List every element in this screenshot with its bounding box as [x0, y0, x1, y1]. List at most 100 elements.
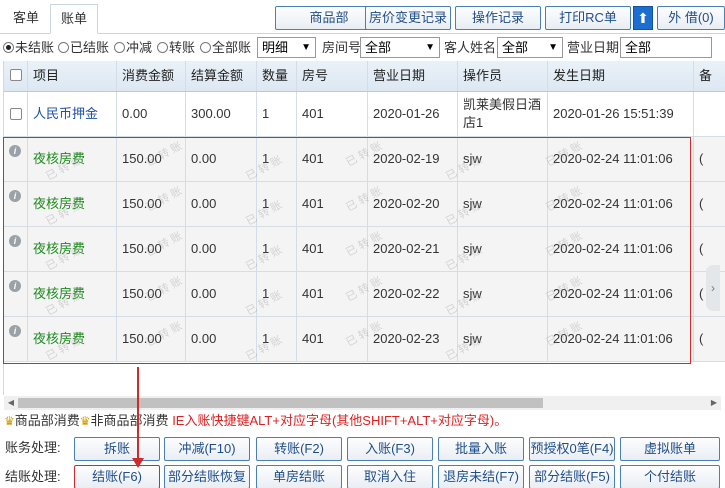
offset-button[interactable]: 冲减(F10): [164, 437, 250, 461]
pre-auth-button[interactable]: 预授权0笔(F4): [529, 437, 615, 461]
table-row[interactable]: i 夜核房费 150.00 0.00 1 401 2020-02-22 sjw 2020-02-…: [4, 272, 725, 318]
cell-occurred: 2020-02-24 11:01:06: [548, 227, 694, 271]
side-collapse-handle[interactable]: ›: [706, 265, 720, 311]
print-rc-button[interactable]: 打印RC单: [545, 6, 631, 30]
chevron-down-icon: ▼: [548, 42, 558, 53]
partial-checkout-button[interactable]: 部分结账(F5): [529, 465, 615, 488]
header-item[interactable]: 项目: [28, 61, 117, 91]
select-value: 全部: [625, 40, 652, 55]
table-row[interactable]: i 夜核房费 150.00 0.00 1 401 2020-02-21 sjw 2020-02-…: [4, 227, 725, 273]
row-marker-cell[interactable]: i: [4, 317, 28, 361]
checkbox-icon[interactable]: [10, 108, 22, 120]
cell-settle: 0.00: [186, 317, 257, 361]
radio-label: 已结账: [70, 40, 110, 55]
virtual-bill-button[interactable]: 虚拟账单: [620, 437, 720, 461]
post-entry-button[interactable]: 入账(F3): [347, 437, 433, 461]
tab-bill[interactable]: 账单: [50, 4, 98, 34]
transfer-button[interactable]: 转账(F2): [256, 437, 342, 461]
info-icon[interactable]: i: [9, 145, 21, 157]
up-arrow-icon[interactable]: ⬆: [633, 6, 653, 30]
table-row[interactable]: i 夜核房费 150.00 0.00 1 401 2020-02-20 sjw 2020-02-…: [4, 182, 725, 228]
annotation-arrow-line: [137, 367, 139, 464]
cancel-checkin-button[interactable]: 取消入住: [347, 465, 433, 488]
table-row[interactable]: i 夜核房费 150.00 0.00 1 401 2020-02-19 sjw 2020-02-…: [4, 137, 725, 183]
cell-item[interactable]: 夜核房费: [28, 182, 117, 226]
top-toolbar: 客单 账单 商品部 房价变更记录 操作记录 打印RC单 ⬆ 外 借(0): [0, 0, 725, 34]
row-marker-cell[interactable]: i: [4, 182, 28, 226]
filter-bar: 未结账 已结账 冲减 转账 全部账 明细 ▼ 房间号 全部 ▼ 客人姓名 全部 ▼ 营…: [0, 36, 725, 60]
single-room-checkout-button[interactable]: 单房结账: [256, 465, 342, 488]
cell-operator: sjw: [458, 182, 548, 226]
info-icon[interactable]: i: [9, 235, 21, 247]
header-operator[interactable]: 操作员: [458, 61, 548, 91]
cell-settle: 0.00: [186, 272, 257, 316]
header-occurred[interactable]: 发生日期: [548, 61, 694, 91]
radio-offset[interactable]: 冲减: [114, 40, 152, 56]
radio-settled[interactable]: 已结账: [58, 40, 109, 56]
chevron-down-icon: ▼: [425, 42, 435, 53]
info-icon[interactable]: i: [9, 280, 21, 292]
radio-all[interactable]: 全部账: [200, 40, 251, 56]
scroll-right-icon[interactable]: ▶: [707, 396, 721, 410]
checkout-ops-label: 结账处理:: [5, 469, 61, 484]
cell-qty: 1: [257, 182, 297, 226]
legend: ♛商品部消费♛非商品部消费 IE入账快捷键ALT+对应字母(其他SHIFT+AL…: [4, 412, 507, 430]
cell-settle: 0.00: [186, 182, 257, 226]
split-bill-button[interactable]: 拆账: [74, 437, 160, 461]
bizdate-select[interactable]: 全部: [620, 37, 712, 58]
borrow-button[interactable]: 外 借(0): [657, 6, 725, 30]
checkout-unsettled-button[interactable]: 退房未结(F7): [438, 465, 524, 488]
cell-item[interactable]: 夜核房费: [28, 272, 117, 316]
select-value: 全部: [502, 40, 529, 55]
table-row[interactable]: i 夜核房费 150.00 0.00 1 401 2020-02-23 sjw 2020-02-…: [4, 317, 725, 363]
horizontal-scrollbar[interactable]: ◀ ▶: [4, 396, 721, 410]
cell-consume: 150.00: [117, 272, 186, 316]
detail-select[interactable]: 明细 ▼: [257, 37, 316, 58]
info-icon[interactable]: i: [9, 325, 21, 337]
select-value: 全部: [365, 40, 392, 55]
guest-name-select[interactable]: 全部 ▼: [497, 37, 563, 58]
cell-qty: 1: [257, 92, 297, 136]
crown-icon: ♛: [4, 414, 15, 428]
checkbox-icon[interactable]: [10, 69, 22, 81]
cell-item[interactable]: 夜核房费: [28, 227, 117, 271]
cell-item[interactable]: 夜核房费: [28, 137, 117, 181]
header-select-all[interactable]: [4, 61, 28, 91]
header-remark[interactable]: 备: [694, 61, 725, 91]
cell-qty: 1: [257, 272, 297, 316]
cell-remark: (: [694, 137, 725, 181]
radio-unsettled[interactable]: 未结账: [3, 40, 54, 56]
individual-checkout-button[interactable]: 个付结账: [620, 465, 720, 488]
table-row[interactable]: 人民币押金 0.00 300.00 1 401 2020-01-26 凯莱美假日酒店1 202…: [4, 92, 725, 137]
row-marker-cell[interactable]: i: [4, 137, 28, 181]
scroll-left-icon[interactable]: ◀: [4, 396, 18, 410]
cell-room: 401: [297, 272, 368, 316]
row-marker-cell[interactable]: i: [4, 272, 28, 316]
info-icon[interactable]: i: [9, 190, 21, 202]
row-marker-cell[interactable]: i: [4, 227, 28, 271]
cell-consume: 150.00: [117, 227, 186, 271]
cell-operator: sjw: [458, 272, 548, 316]
operation-log-button[interactable]: 操作记录: [455, 6, 541, 30]
tab-guest-order[interactable]: 客单: [2, 4, 50, 34]
header-bizdate[interactable]: 营业日期: [368, 61, 458, 91]
header-settle[interactable]: 结算金额: [186, 61, 257, 91]
batch-entry-button[interactable]: 批量入账: [438, 437, 524, 461]
cell-item[interactable]: 人民币押金: [28, 92, 117, 136]
row-marker-cell[interactable]: [4, 92, 28, 136]
header-room[interactable]: 房号: [297, 61, 368, 91]
cell-bizdate: 2020-02-21: [368, 227, 458, 271]
shortcut-hint: IE入账快捷键ALT+对应字母(其他SHIFT+ALT+对应字母)。: [172, 413, 508, 428]
price-change-log-button[interactable]: 房价变更记录: [365, 6, 451, 30]
checkout-button[interactable]: 结账(F6): [74, 465, 160, 488]
room-select[interactable]: 全部 ▼: [360, 37, 440, 58]
header-consume[interactable]: 消费金额: [117, 61, 186, 91]
header-qty[interactable]: 数量: [257, 61, 297, 91]
radio-transfer[interactable]: 转账: [157, 40, 195, 56]
partial-checkout-restore-button[interactable]: 部分结账恢复: [164, 465, 250, 488]
cell-operator: sjw: [458, 317, 548, 361]
cell-item[interactable]: 夜核房费: [28, 317, 117, 361]
cell-settle: 0.00: [186, 137, 257, 181]
scrollbar-thumb[interactable]: [18, 398, 543, 408]
cell-occurred: 2020-02-24 11:01:06: [548, 272, 694, 316]
